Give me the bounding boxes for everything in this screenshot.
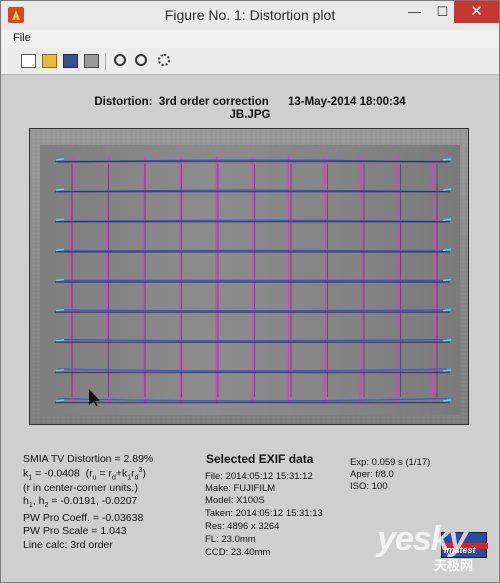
edge-marker — [442, 218, 452, 221]
edge-marker — [55, 369, 65, 372]
edge-marker — [55, 399, 65, 402]
edge-marker — [442, 188, 452, 191]
toolbar — [1, 48, 499, 75]
exif-fl: FL: 23.0mm — [205, 534, 256, 545]
menu-file[interactable]: File — [13, 32, 31, 44]
edge-marker — [55, 308, 65, 312]
print-icon[interactable] — [84, 54, 99, 68]
edge-marker — [55, 218, 65, 221]
zoom-out-icon[interactable] — [135, 54, 147, 66]
exif-ccd: CCD: 23.40mm — [205, 547, 271, 558]
exif-res: Res: 4896 x 3264 — [205, 521, 280, 532]
maximize-button[interactable]: ☐ — [429, 1, 456, 23]
exif-model: Model: X100S — [205, 495, 265, 506]
minimize-button[interactable]: — — [401, 1, 428, 23]
edge-marker — [442, 308, 452, 312]
exif-title: Selected EXIF data — [206, 452, 314, 466]
exif-exposure: Exp: 0.059 s (1/17) — [350, 457, 431, 468]
yesky-watermark: yesky — [377, 520, 468, 558]
exif-file: File: 2014:05:12 15:31:12 — [205, 471, 313, 482]
exif-aperture: Aper: f/8.0 — [350, 469, 394, 480]
edge-marker — [55, 278, 65, 282]
edge-marker — [55, 188, 65, 191]
edge-marker — [442, 399, 452, 402]
distortion-plot[interactable] — [29, 128, 469, 425]
rotate-icon[interactable] — [158, 54, 170, 66]
distortion-grid — [55, 156, 452, 405]
smia-distortion: SMIA TV Distortion = 2.89% — [23, 453, 154, 465]
edge-marker — [55, 248, 65, 252]
pw-pro-scale: PW Pro Scale = 1.043 — [23, 525, 127, 537]
close-button[interactable]: ✕ — [454, 1, 499, 23]
new-icon[interactable] — [21, 54, 36, 68]
horizontal-grid-line — [57, 249, 448, 252]
exif-make: Make: FUJIFILM — [205, 483, 276, 494]
figure-filename: JB.JPG — [229, 109, 271, 121]
figure-title: Distortion: 3rd order correction 13-May-… — [94, 96, 406, 108]
menu-bar: File — [1, 30, 499, 48]
edge-marker — [442, 158, 452, 161]
edge-marker — [55, 339, 65, 342]
exif-iso: ISO: 100 — [350, 481, 388, 492]
h-coefficients: h1, h2 = -0.0191, -0.0207 — [23, 495, 138, 510]
units-note: (r in center-corner units.) — [23, 482, 138, 494]
edge-marker — [55, 158, 65, 161]
exif-taken: Taken: 2014:05:12 15:31:13 — [205, 508, 323, 519]
horizontal-grid-line — [57, 309, 448, 312]
pw-pro-coeff: PW Pro Coeff. = -0.03638 — [23, 512, 144, 524]
line-calc: Line calc: 3rd order — [23, 539, 113, 551]
save-icon[interactable] — [63, 54, 78, 68]
title-bar[interactable]: Figure No. 1: Distortion plot — ☐ ✕ — [1, 1, 499, 30]
yesky-watermark-sub: 天极网 — [434, 558, 474, 573]
edge-marker — [442, 369, 452, 372]
edge-marker — [442, 248, 452, 252]
toolbar-separator — [105, 53, 106, 70]
figure-window: Figure No. 1: Distortion plot — ☐ ✕ File… — [0, 0, 500, 583]
open-icon[interactable] — [42, 54, 57, 68]
zoom-in-icon[interactable] — [114, 54, 126, 66]
edge-marker — [442, 339, 452, 342]
edge-marker — [442, 278, 452, 282]
